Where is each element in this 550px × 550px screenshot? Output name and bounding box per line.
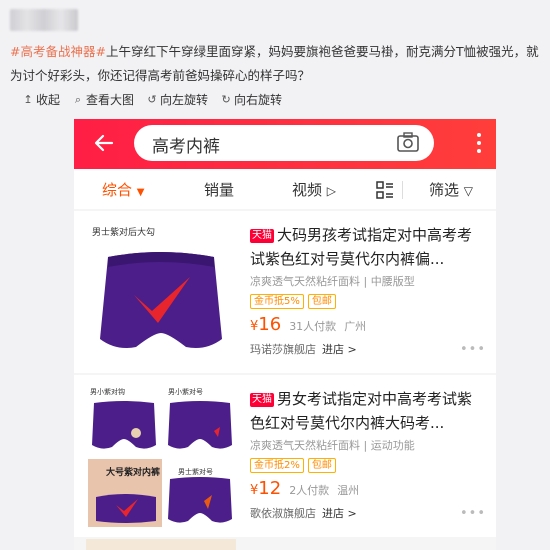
filter-label: 筛选: [429, 181, 460, 199]
product-card[interactable]: 男小紫对钩 男小紫对号 大号紫对内裤 男士紫对号 天猫 男女考试指定对中高考考试…: [74, 375, 496, 537]
blurred-username: [10, 9, 78, 31]
next-product-image-partial: [86, 539, 236, 550]
image-toolbar: ↥ 收起 ⌕ 查看大图 ↺ 向左旋转 ↻ 向右旋转: [22, 91, 282, 108]
purple-briefs-check-image: [100, 252, 222, 348]
collapse-label: 收起: [36, 93, 61, 107]
location: 温州: [337, 484, 360, 497]
product-info: 天猫 男女考试指定对中高考考试紫色红对号莫代尔内裤大码考... 凉爽透气天然粘纤面…: [250, 387, 486, 521]
search-box[interactable]: 高考内裤: [134, 125, 434, 161]
product-desc: 凉爽透气天然粘纤面料 | 中腰版型: [250, 275, 415, 288]
magnifier-icon: ⌕: [74, 92, 82, 106]
product-title-text: 大码男孩考试指定对中高考考试紫色红对号莫代尔内裤偏...: [250, 226, 473, 268]
tmall-badge: 天猫: [250, 393, 274, 407]
filter-button[interactable]: 筛选 ▽: [429, 179, 473, 200]
search-header: 高考内裤: [74, 119, 496, 169]
free-shipping-badge: 包邮: [307, 294, 336, 309]
funnel-icon: ▽: [463, 184, 474, 198]
sold-count: 31人付款: [289, 320, 337, 333]
more-options-icon[interactable]: •••: [460, 342, 486, 357]
enter-shop-link[interactable]: 进店 >: [322, 341, 357, 357]
shop-name: 歌依淑旗舰店: [250, 507, 316, 520]
image-caption: 男士紫对后大勾: [92, 228, 156, 238]
image-caption: 男小紫对号: [168, 388, 203, 396]
price-value: 16: [258, 314, 282, 335]
grid-view-icon[interactable]: [376, 181, 394, 199]
product-card[interactable]: 男士紫对后大勾 天猫 大码男孩考试指定对中高考考试紫色红对号莫代尔内裤偏... 凉…: [74, 211, 496, 373]
free-shipping-badge: 包邮: [307, 458, 336, 473]
rotate-right-label: 向右旋转: [234, 93, 283, 107]
camera-icon[interactable]: [396, 131, 420, 153]
dropdown-caret-icon: ▼: [136, 187, 145, 198]
purple-briefs-collage-image: [88, 401, 232, 527]
image-caption: 男士紫对号: [178, 468, 213, 476]
image-caption: 大号紫对内裤: [106, 468, 161, 478]
sort-video-label: 视频: [292, 181, 323, 199]
enter-shop-link[interactable]: 进店 >: [322, 505, 357, 521]
more-menu-icon[interactable]: [476, 133, 482, 155]
rotate-left-button[interactable]: ↺ 向左旋转: [146, 91, 208, 108]
promo-badge: 金币抵5%: [250, 294, 304, 309]
product-title-text: 男女考试指定对中高考考试紫色红对号莫代尔内裤大码考...: [250, 390, 473, 432]
sort-video[interactable]: 视频 ▷: [292, 179, 336, 200]
post-text: #高考备战神器#上午穿红下午穿绿里面穿紧，妈妈要旗袍爸爸要马褂，耐克满分T恤被强…: [10, 40, 546, 88]
image-caption: 男小紫对钩: [90, 388, 125, 396]
collapse-button[interactable]: ↥ 收起: [22, 91, 60, 108]
sort-sales[interactable]: 销量: [204, 179, 234, 200]
product-desc: 凉爽透气天然粘纤面料 | 运动功能: [250, 439, 415, 452]
more-options-icon[interactable]: •••: [460, 506, 486, 521]
product-image[interactable]: 男小紫对钩 男小紫对号 大号紫对内裤 男士紫对号: [86, 385, 236, 527]
tmall-badge: 天猫: [250, 229, 274, 243]
sort-comprehensive-label: 综合: [102, 181, 133, 199]
product-info: 天猫 大码男孩考试指定对中高考考试紫色红对号莫代尔内裤偏... 凉爽透气天然粘纤面…: [250, 223, 486, 357]
product-price: ¥12: [250, 478, 282, 499]
product-title[interactable]: 天猫 大码男孩考试指定对中高考考试紫色红对号莫代尔内裤偏...: [250, 223, 486, 271]
weibo-post: #高考备战神器#上午穿红下午穿绿里面穿紧，妈妈要旗袍爸爸要马褂，耐克满分T恤被强…: [0, 0, 550, 550]
sort-comprehensive[interactable]: 综合 ▼: [102, 179, 145, 200]
rotate-right-icon: ↻: [221, 93, 231, 106]
search-query: 高考内裤: [152, 137, 220, 157]
play-icon: ▷: [326, 184, 337, 198]
collapse-icon: ↥: [23, 93, 33, 106]
location: 广州: [344, 320, 367, 333]
shopping-screenshot[interactable]: 高考内裤 综合 ▼ 销量 视频 ▷ 筛选 ▽ 男士紫对后大勾 天猫 大码男孩考试…: [74, 119, 496, 550]
hashtag-link[interactable]: #高考备战神器#: [10, 44, 106, 59]
rotate-left-icon: ↺: [147, 93, 157, 106]
shop-line: 歌依淑旗舰店 进店 > •••: [250, 505, 486, 521]
product-image[interactable]: 男士紫对后大勾: [86, 221, 236, 363]
sold-count: 2人付款: [289, 484, 330, 497]
product-title[interactable]: 天猫 男女考试指定对中高考考试紫色红对号莫代尔内裤大码考...: [250, 387, 486, 435]
product-price: ¥16: [250, 314, 282, 335]
view-large-label: 查看大图: [86, 93, 135, 107]
promo-badge: 金币抵2%: [250, 458, 304, 473]
shop-name: 玛诺莎旗舰店: [250, 343, 316, 356]
sort-divider: [402, 181, 403, 199]
rotate-left-label: 向左旋转: [160, 93, 209, 107]
view-large-button[interactable]: ⌕ 查看大图: [72, 91, 134, 108]
rotate-right-button[interactable]: ↻ 向右旋转: [220, 91, 282, 108]
shop-line: 玛诺莎旗舰店 进店 > •••: [250, 341, 486, 357]
back-arrow-icon[interactable]: [92, 131, 116, 155]
price-value: 12: [258, 478, 282, 499]
sort-bar: 综合 ▼ 销量 视频 ▷ 筛选 ▽: [74, 169, 496, 209]
